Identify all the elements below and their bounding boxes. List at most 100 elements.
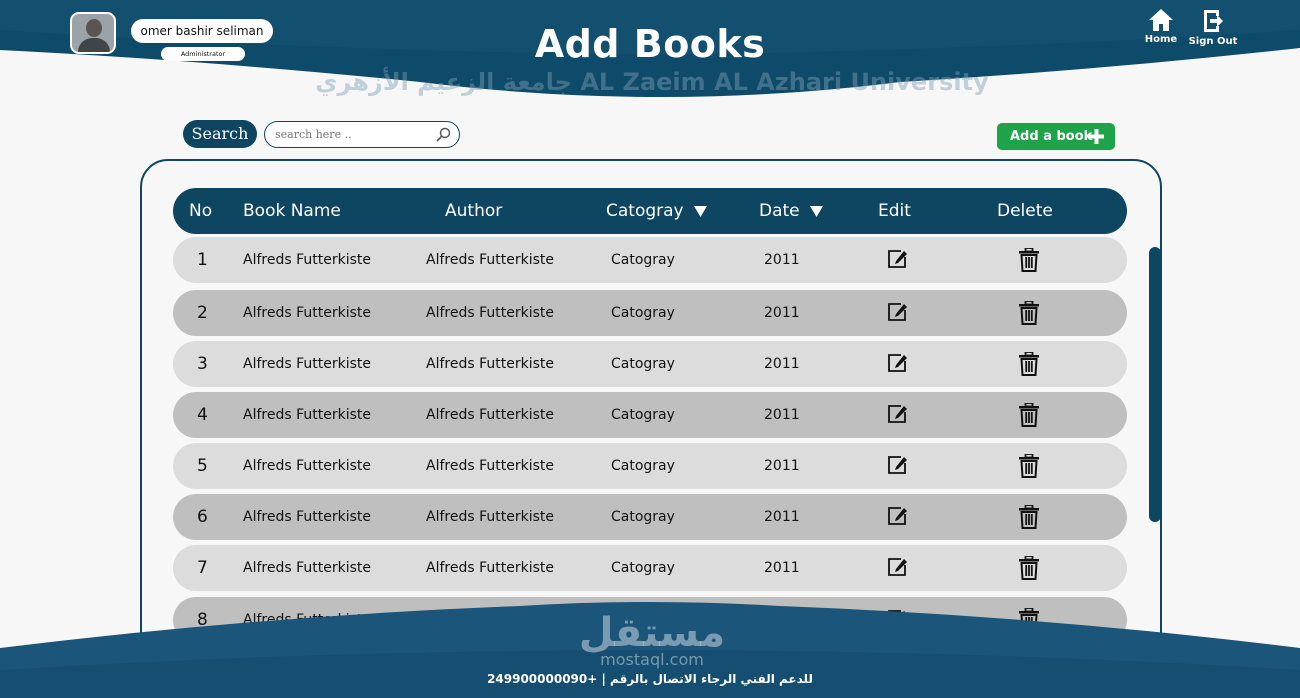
table-row: 4 Alfreds Futterkiste Alfreds Futterkiste C…: [173, 392, 1127, 438]
edit-button[interactable]: [887, 302, 908, 322]
column-category-label: Catogray: [606, 201, 684, 221]
delete-button[interactable]: [1019, 453, 1039, 478]
trash-icon: [1019, 504, 1039, 529]
table-header: No Book Name Author Catogray Date Edit D…: [173, 188, 1127, 234]
delete-button[interactable]: [1019, 351, 1039, 376]
cell-book-name: Alfreds Futterkiste: [243, 356, 371, 372]
delete-button[interactable]: [1019, 402, 1039, 427]
delete-button[interactable]: [1019, 300, 1039, 325]
delete-button[interactable]: [1019, 504, 1039, 529]
watermark-main: مستقل: [578, 610, 726, 656]
cell-no: 7: [197, 558, 208, 578]
cell-date: 2011: [764, 305, 800, 321]
cell-author: Alfreds Futterkiste: [426, 407, 554, 423]
search-input[interactable]: [275, 126, 425, 143]
cell-date: 2011: [764, 407, 800, 423]
sort-down-icon: [693, 205, 707, 217]
cell-category: Catogray: [611, 305, 675, 321]
cell-author: Alfreds Futterkiste: [426, 252, 554, 268]
cell-book-name: Alfreds Futterkiste: [243, 252, 371, 268]
mostaql-watermark: مستقل mostaql.com: [572, 612, 732, 669]
cell-date: 2011: [764, 458, 800, 474]
cell-date: 2011: [764, 509, 800, 525]
edit-icon: [888, 354, 907, 372]
cell-book-name: Alfreds Futterkiste: [243, 407, 371, 423]
table-row: 5 Alfreds Futterkiste Alfreds Futterkiste C…: [173, 443, 1127, 489]
cell-book-name: Alfreds Futterkiste: [243, 305, 371, 321]
edit-icon: [888, 456, 907, 474]
cell-category: Catogray: [611, 458, 675, 474]
sign-out-icon: [1204, 10, 1223, 32]
cell-book-name: Alfreds Futterkiste: [243, 560, 371, 576]
edit-icon: [888, 303, 907, 321]
cell-category: Catogray: [611, 560, 675, 576]
cell-book-name: Alfreds Futterkiste: [243, 458, 371, 474]
table-row: 7 Alfreds Futterkiste Alfreds Futterkiste C…: [173, 545, 1127, 591]
add-book-button[interactable]: Add a book: [997, 123, 1115, 150]
search-box: [264, 121, 460, 148]
trash-icon: [1019, 555, 1039, 580]
edit-button[interactable]: [887, 249, 908, 269]
page-title: Add Books: [534, 22, 766, 66]
cell-no: 5: [197, 456, 208, 476]
support-phone-text: للدعم الفني الرجاء الاتصال بالرقم | +249…: [487, 672, 813, 686]
search-icon[interactable]: [435, 127, 451, 143]
edit-button[interactable]: [887, 506, 908, 526]
sort-down-icon: [809, 205, 823, 217]
add-book-label: Add a book: [1010, 129, 1093, 144]
trash-icon: [1019, 453, 1039, 478]
column-book-name: Book Name: [243, 201, 341, 221]
cell-no: 1: [197, 250, 208, 270]
delete-button[interactable]: [1019, 247, 1039, 272]
cell-author: Alfreds Futterkiste: [426, 560, 554, 576]
edit-icon: [888, 250, 907, 268]
column-date-label: Date: [759, 201, 800, 221]
cell-author: Alfreds Futterkiste: [426, 305, 554, 321]
home-nav-button[interactable]: Home: [1134, 8, 1188, 45]
cell-author: Alfreds Futterkiste: [426, 458, 554, 474]
edit-button[interactable]: [887, 557, 908, 577]
home-label: Home: [1144, 34, 1178, 45]
cell-category: Catogray: [611, 356, 675, 372]
column-category[interactable]: Catogray: [606, 188, 707, 234]
edit-button[interactable]: [887, 353, 908, 373]
table-row: 2 Alfreds Futterkiste Alfreds Futterkiste C…: [173, 290, 1127, 336]
trash-icon: [1019, 351, 1039, 376]
column-no: No: [189, 201, 213, 221]
edit-button[interactable]: [887, 455, 908, 475]
table-scrollbar[interactable]: [1149, 247, 1161, 522]
plus-icon: [1089, 129, 1104, 144]
column-edit: Edit: [878, 201, 911, 221]
edit-button[interactable]: [887, 404, 908, 424]
edit-icon: [888, 405, 907, 423]
table-row: 6 Alfreds Futterkiste Alfreds Futterkiste C…: [173, 494, 1127, 540]
cell-category: Catogray: [611, 509, 675, 525]
cell-author: Alfreds Futterkiste: [426, 509, 554, 525]
cell-date: 2011: [764, 356, 800, 372]
trash-icon: [1019, 247, 1039, 272]
cell-no: 6: [197, 507, 208, 527]
table-row: 3 Alfreds Futterkiste Alfreds Futterkiste C…: [173, 341, 1127, 387]
column-date[interactable]: Date: [759, 188, 823, 234]
trash-icon: [1019, 300, 1039, 325]
delete-button[interactable]: [1019, 555, 1039, 580]
cell-no: 2: [197, 303, 208, 323]
table-row: 1 Alfreds Futterkiste Alfreds Futterkiste C…: [173, 237, 1127, 283]
search-label: Search: [183, 120, 257, 148]
cell-no: 3: [197, 354, 208, 374]
cell-book-name: Alfreds Futterkiste: [243, 509, 371, 525]
edit-icon: [888, 507, 907, 525]
cell-category: Catogray: [611, 252, 675, 268]
cell-category: Catogray: [611, 407, 675, 423]
cell-date: 2011: [764, 252, 800, 268]
cell-date: 2011: [764, 560, 800, 576]
sign-out-button[interactable]: Sign Out: [1186, 8, 1240, 47]
home-icon: [1149, 9, 1173, 31]
cell-no: 4: [197, 405, 208, 425]
column-author: Author: [445, 201, 503, 221]
cell-author: Alfreds Futterkiste: [426, 356, 554, 372]
column-delete: Delete: [997, 201, 1053, 221]
sign-out-label: Sign Out: [1188, 36, 1238, 47]
edit-icon: [888, 558, 907, 576]
trash-icon: [1019, 402, 1039, 427]
